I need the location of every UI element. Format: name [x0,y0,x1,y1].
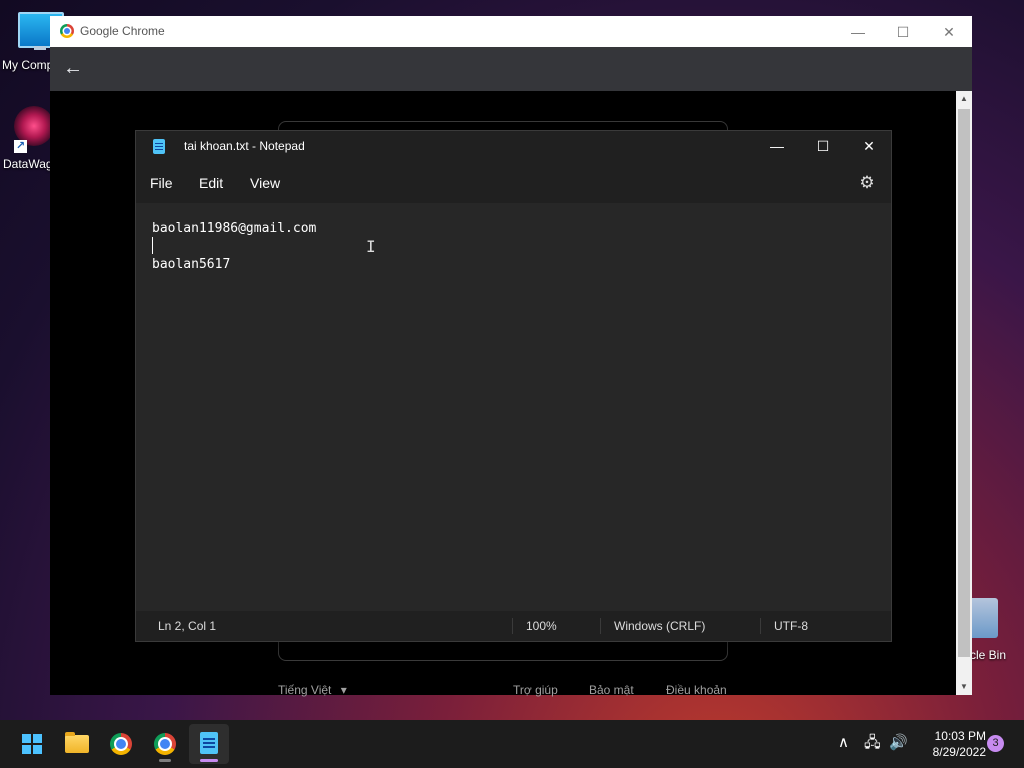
status-encoding: UTF-8 [774,619,808,633]
taskbar-file-explorer[interactable] [57,724,97,764]
windows-logo-icon [22,734,42,754]
back-arrow-icon[interactable]: ← [62,57,84,79]
start-button[interactable] [12,724,52,764]
page-scrollbar[interactable]: ▲ ▼ [956,91,972,695]
ibeam-cursor-icon: I [366,237,376,256]
scroll-thumb[interactable] [958,109,970,657]
taskbar-chrome-1[interactable] [101,724,141,764]
text-line: baolan11986@gmail.com [152,221,317,236]
folder-icon [65,732,89,753]
status-zoom: 100% [526,619,557,633]
notepad-status-bar: Ln 2, Col 1 100% Windows (CRLF) UTF-8 [136,611,891,641]
notepad-title-bar[interactable]: tai khoan.txt - Notepad — ☐ ✕ [136,131,891,163]
taskbar-clock[interactable]: 10:03 PM 8/29/2022 [916,728,986,760]
taskbar-chrome-2[interactable] [145,724,185,764]
recycle-bin-icon [968,598,998,638]
chrome-maximize-button[interactable]: ☐ [888,21,918,43]
notepad-menu-bar: File Edit View ⚙ [136,163,891,203]
scroll-up-icon[interactable]: ▲ [956,91,972,107]
text-line: baolan5617 [152,257,231,272]
desktop-icon-label: cle Bin [970,648,1007,662]
notepad-window: tai khoan.txt - Notepad — ☐ ✕ File Edit … [135,130,892,642]
chrome-title-bar: Google Chrome — ☐ ✕ [50,16,972,47]
notepad-icon [200,732,218,754]
notepad-minimize-button[interactable]: — [754,131,800,163]
chrome-close-button[interactable]: ✕ [934,21,964,43]
status-cursor-position: Ln 2, Col 1 [158,619,217,633]
notepad-close-button[interactable]: ✕ [846,131,892,163]
desktop-icon-label: DataWag [3,157,53,171]
chrome-logo-icon [60,24,74,38]
menu-edit[interactable]: Edit [199,175,223,191]
chevron-up-icon[interactable]: ∧ [838,734,849,752]
status-line-ending: Windows (CRLF) [614,619,706,633]
clock-time: 10:03 PM [934,729,986,743]
volume-icon[interactable]: 🔊 [889,734,908,752]
shortcut-arrow-icon: ↗ [14,140,27,153]
menu-file[interactable]: File [150,175,173,191]
footer-link-help[interactable]: Trợ giúp [513,683,558,697]
notepad-maximize-button[interactable]: ☐ [800,131,846,163]
notification-badge[interactable]: 3 [987,735,1004,752]
clock-date: 8/29/2022 [932,745,986,759]
scroll-down-icon[interactable]: ▼ [956,679,972,695]
taskbar-notepad[interactable] [189,724,229,764]
desktop-icon-label: My Comp [2,58,54,72]
text-caret [152,237,153,254]
chrome-icon [154,733,176,755]
chrome-window-title: Google Chrome [80,24,165,38]
taskbar: ∧ 🖧 🔊 10:03 PM 8/29/2022 3 [0,720,1024,768]
network-icon[interactable]: 🖧 [864,734,881,752]
footer-link-terms[interactable]: Điều khoản [666,683,727,697]
notepad-text-area[interactable]: baolan11986@gmail.com I baolan5617 [136,203,891,611]
chrome-toolbar: ← [50,47,972,91]
chrome-minimize-button[interactable]: — [843,21,873,43]
notepad-window-title: tai khoan.txt - Notepad [184,139,305,153]
language-selector[interactable]: Tiếng Việt ▾ [278,683,347,697]
footer-link-privacy[interactable]: Bảo mật [589,683,634,697]
chevron-down-icon: ▾ [340,683,347,697]
chrome-icon [110,733,132,755]
gear-icon[interactable]: ⚙ [857,173,877,193]
notepad-icon [153,139,165,154]
language-label: Tiếng Việt [278,683,332,697]
menu-view[interactable]: View [250,175,280,191]
